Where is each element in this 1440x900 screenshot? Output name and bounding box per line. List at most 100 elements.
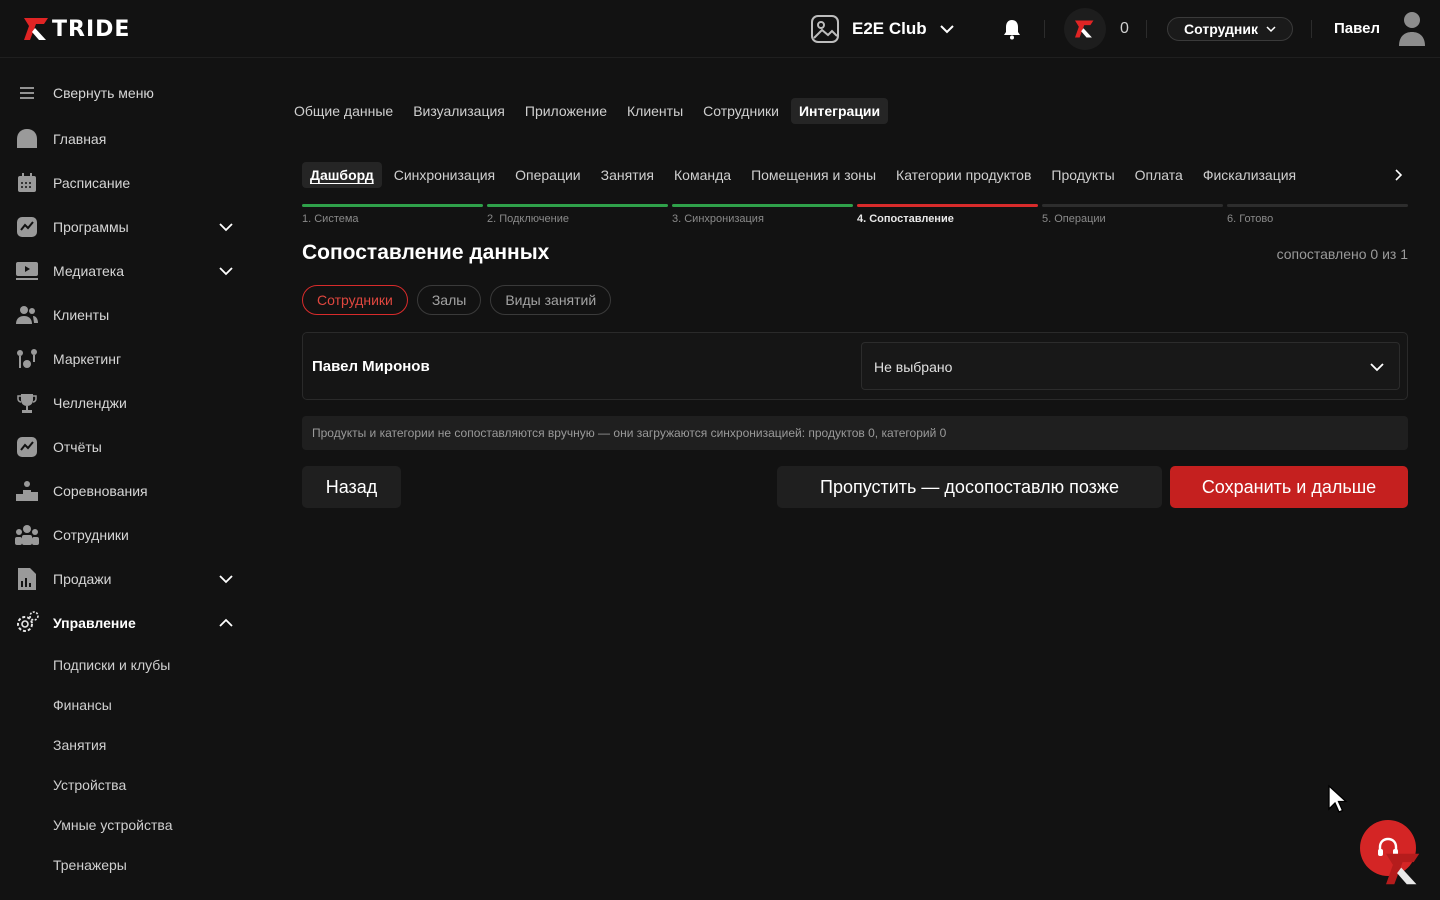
mapping-row-name: Павел Миронов <box>312 358 430 375</box>
back-button[interactable]: Назад <box>302 466 401 508</box>
step-connection: 2. Подключение <box>487 204 668 228</box>
sidebar-item-staff[interactable]: Сотрудники <box>14 519 244 551</box>
tab-staff[interactable]: Сотрудники <box>695 98 787 124</box>
staff-icon <box>14 522 40 548</box>
sidebar-item-label: Программы <box>53 219 129 235</box>
sidebar-item-reports[interactable]: Отчёты <box>14 431 244 463</box>
step-bar <box>487 204 668 207</box>
tab-classes[interactable]: Занятия <box>593 162 662 188</box>
sidebar-subitem-finance[interactable]: Финансы <box>53 697 112 713</box>
sidebar-subitem-classes[interactable]: Занятия <box>53 737 106 753</box>
step-bar <box>857 204 1038 207</box>
role-selector[interactable]: Сотрудник <box>1167 17 1293 41</box>
user-name[interactable]: Павел <box>1334 20 1380 37</box>
sidebar-subitem-subscriptions[interactable]: Подписки и клубы <box>53 657 170 673</box>
sidebar-item-label: Клиенты <box>53 307 110 323</box>
club-selector[interactable]: E2E Club <box>810 13 955 45</box>
sidebar: Свернуть меню Главная Расписание Програм… <box>0 59 260 900</box>
step-bar <box>1227 204 1408 207</box>
matched-counter: сопоставлено 0 из 1 <box>1276 246 1408 262</box>
skip-button[interactable]: Пропустить — досопоставлю позже <box>777 466 1162 508</box>
tab-general[interactable]: Общие данные <box>286 98 401 124</box>
sidebar-item-label: Управление <box>53 615 136 631</box>
bell-icon[interactable] <box>1000 17 1024 41</box>
mapping-select[interactable]: Не выбрано <box>861 342 1400 390</box>
settings-tabs: Общие данные Визуализация Приложение Кли… <box>286 98 889 124</box>
tab-clients[interactable]: Клиенты <box>619 98 691 124</box>
sidebar-subitem-smart-devices[interactable]: Умные устройства <box>53 817 173 833</box>
sidebar-item-competitions[interactable]: Соревнования <box>14 475 244 507</box>
step-label: 6. Готово <box>1227 213 1274 225</box>
header-divider <box>1146 20 1147 38</box>
sidebar-item-management[interactable]: Управление <box>14 607 244 639</box>
sidebar-item-marketing[interactable]: Маркетинг <box>14 343 244 375</box>
club-image-icon <box>811 15 839 43</box>
sidebar-item-label: Медиатека <box>53 263 125 279</box>
tab-products[interactable]: Продукты <box>1043 162 1122 188</box>
step-label: 2. Подключение <box>487 213 569 225</box>
step-operations: 5. Операции <box>1042 204 1223 228</box>
chevron-right-icon[interactable] <box>1388 165 1408 185</box>
sidebar-item-label: Расписание <box>53 175 131 191</box>
step-bar <box>302 204 483 207</box>
collapse-menu-button[interactable]: Свернуть меню <box>14 77 244 109</box>
tride-logo[interactable]: TRIDE <box>24 17 130 42</box>
tab-app[interactable]: Приложение <box>517 98 615 124</box>
sidebar-item-clients[interactable]: Клиенты <box>14 299 244 331</box>
club-name: E2E Club <box>852 19 927 38</box>
step-system: 1. Система <box>302 204 483 228</box>
sidebar-item-label: Сотрудники <box>53 527 129 543</box>
chevron-down-icon <box>219 267 233 276</box>
tab-integrations[interactable]: Интеграции <box>790 98 889 124</box>
points-value: 0 <box>1120 20 1129 37</box>
step-bar <box>672 204 853 207</box>
tab-team[interactable]: Команда <box>666 162 739 188</box>
pill-class-types[interactable]: Виды занятий <box>490 285 612 315</box>
sidebar-item-media[interactable]: Медиатека <box>14 255 244 287</box>
trophy-icon <box>14 390 40 416</box>
user-avatar-icon[interactable] <box>1397 10 1427 48</box>
sidebar-item-programs[interactable]: Программы <box>14 211 244 243</box>
tab-rooms[interactable]: Помещения и зоны <box>743 162 884 188</box>
chevron-down-icon <box>1370 363 1384 372</box>
media-icon <box>14 258 40 284</box>
header-divider <box>1311 20 1312 38</box>
chevron-down-icon <box>939 25 954 34</box>
tab-visualization[interactable]: Визуализация <box>405 98 513 124</box>
tab-product-categories[interactable]: Категории продуктов <box>888 162 1039 188</box>
info-note: Продукты и категории не сопоставляются в… <box>302 416 1408 450</box>
page-title: Сопоставление данных <box>302 241 550 264</box>
step-label: 4. Сопоставление <box>857 213 954 225</box>
home-icon <box>14 126 40 152</box>
tride-points-icon <box>1075 20 1094 38</box>
tab-operations[interactable]: Операции <box>507 162 589 188</box>
sidebar-item-label: Продажи <box>53 571 112 587</box>
sidebar-item-home[interactable]: Главная <box>14 123 244 155</box>
tab-payment[interactable]: Оплата <box>1127 162 1191 188</box>
sidebar-subitem-devices[interactable]: Устройства <box>53 777 126 793</box>
mouse-cursor-icon <box>1328 784 1348 813</box>
sidebar-item-label: Отчёты <box>53 439 102 455</box>
marketing-icon <box>14 346 40 372</box>
sidebar-item-sales[interactable]: Продажи <box>14 563 244 595</box>
sidebar-subitem-trainers[interactable]: Тренажеры <box>53 857 127 873</box>
chevron-up-icon <box>219 618 233 627</box>
integration-tabs: Дашборд Синхронизация Операции Занятия К… <box>302 162 1408 188</box>
step-sync: 3. Синхронизация <box>672 204 853 228</box>
sidebar-item-challenges[interactable]: Челленджи <box>14 387 244 419</box>
tab-sync[interactable]: Синхронизация <box>386 162 503 188</box>
pill-staff[interactable]: Сотрудники <box>302 285 408 315</box>
points-widget[interactable]: 0 <box>1064 8 1129 50</box>
mapping-category-pills: Сотрудники Залы Виды занятий <box>302 285 612 315</box>
sidebar-item-schedule[interactable]: Расписание <box>14 167 244 199</box>
tab-dashboard[interactable]: Дашборд <box>302 162 382 188</box>
mapping-row: Павел Миронов Не выбрано <box>302 332 1408 400</box>
points-avatar <box>1064 8 1106 50</box>
chevron-down-icon <box>219 223 233 232</box>
header-divider <box>1044 20 1045 38</box>
tab-fiscalization[interactable]: Фискализация <box>1195 162 1304 188</box>
role-label: Сотрудник <box>1184 21 1258 37</box>
pill-halls[interactable]: Залы <box>416 285 482 315</box>
save-next-button[interactable]: Сохранить и дальше <box>1170 466 1408 508</box>
chevron-down-icon <box>219 575 233 584</box>
